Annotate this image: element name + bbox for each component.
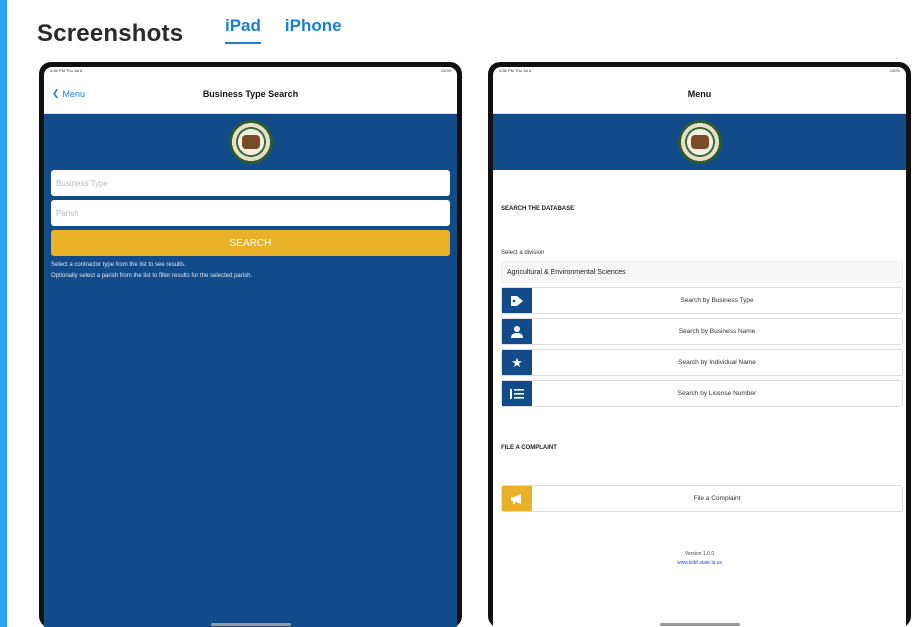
- nav-title: Business Type Search: [202, 88, 299, 99]
- screenshots-panel: Screenshots iPad iPhone 4:56 PM Thu Jul …: [7, 0, 919, 627]
- page-title: Screenshots: [37, 20, 184, 47]
- ipad-screenshot-business-search[interactable]: 4:56 PM Thu Jul 8 100% ❮ Menu Business T…: [39, 62, 462, 627]
- business-type-field[interactable]: Business Type: [51, 170, 450, 196]
- device-tabs: iPad iPhone: [225, 16, 342, 44]
- nav-title: Menu: [687, 88, 712, 99]
- megaphone-icon: [502, 486, 532, 511]
- home-indicator: [210, 623, 291, 626]
- version-label: Version 1.0.0: [684, 551, 715, 557]
- state-seal-logo: [228, 120, 273, 164]
- menu-item-label: Search by Business Name: [678, 328, 756, 335]
- hint-line-1: Select a contractor type from the list t…: [51, 262, 186, 268]
- nav-bar: Menu: [493, 74, 906, 114]
- search-button[interactable]: SEARCH: [51, 230, 450, 256]
- seal-center: [690, 135, 709, 149]
- status-time: 4:56 PM Thu Jul 8: [499, 68, 532, 73]
- search-business-name-button[interactable]: Search by Business Name: [501, 318, 903, 345]
- back-button[interactable]: ❮ Menu: [52, 88, 85, 99]
- battery-indicator: 100%: [440, 68, 451, 73]
- chevron-left-icon: ❮: [52, 88, 60, 98]
- search-license-number-button[interactable]: Search by License Number: [501, 380, 903, 407]
- tab-iphone[interactable]: iPhone: [285, 16, 342, 44]
- website-link[interactable]: www.lslbf.state.la.us: [493, 559, 906, 568]
- tab-ipad[interactable]: iPad: [225, 16, 261, 44]
- logo-band: [493, 114, 906, 170]
- battery-indicator: 100%: [889, 68, 900, 73]
- menu-item-label: Search by Business Type: [680, 297, 754, 304]
- star-icon: ★: [502, 350, 532, 375]
- section-header: Screenshots: [37, 8, 183, 48]
- menu-item-label: Search by Individual Name: [678, 359, 756, 366]
- hint-line-2: Optionally select a parish from the list…: [51, 273, 253, 279]
- search-individual-name-button[interactable]: ★ Search by Individual Name: [501, 349, 903, 376]
- status-bar: 4:56 PM Thu Jul 8 100%: [44, 67, 457, 74]
- nav-bar: ❮ Menu Business Type Search: [44, 74, 457, 114]
- person-icon: [502, 319, 532, 344]
- search-content: Business Type Parish SEARCH Select a con…: [44, 114, 457, 627]
- seal-center: [241, 135, 260, 149]
- state-seal-logo: [677, 120, 722, 164]
- list-icon: [502, 381, 532, 406]
- menu-item-label: File a Complaint: [693, 495, 741, 502]
- file-complaint-button[interactable]: File a Complaint: [501, 485, 903, 512]
- device-screen: 4:56 PM Thu Jul 8 100% ❮ Menu Business T…: [44, 67, 457, 627]
- logo-band: [44, 114, 457, 170]
- status-time: 4:56 PM Thu Jul 8: [50, 68, 83, 73]
- tag-icon: [502, 288, 532, 313]
- status-bar: 4:56 PM Thu Jul 8 100%: [493, 67, 906, 74]
- menu-item-label: Search by License Number: [677, 390, 757, 397]
- home-indicator: [659, 623, 740, 626]
- device-screen: 4:56 PM Thu Jul 8 100% Menu SEARCH THE D…: [493, 67, 906, 627]
- division-select[interactable]: Agricultural & Environmental Sciences: [501, 261, 903, 283]
- search-business-type-button[interactable]: Search by Business Type: [501, 287, 903, 314]
- parish-field[interactable]: Parish: [51, 200, 450, 226]
- back-label: Menu: [62, 88, 86, 99]
- ipad-screenshot-menu[interactable]: 4:56 PM Thu Jul 8 100% Menu SEARCH THE D…: [488, 62, 911, 627]
